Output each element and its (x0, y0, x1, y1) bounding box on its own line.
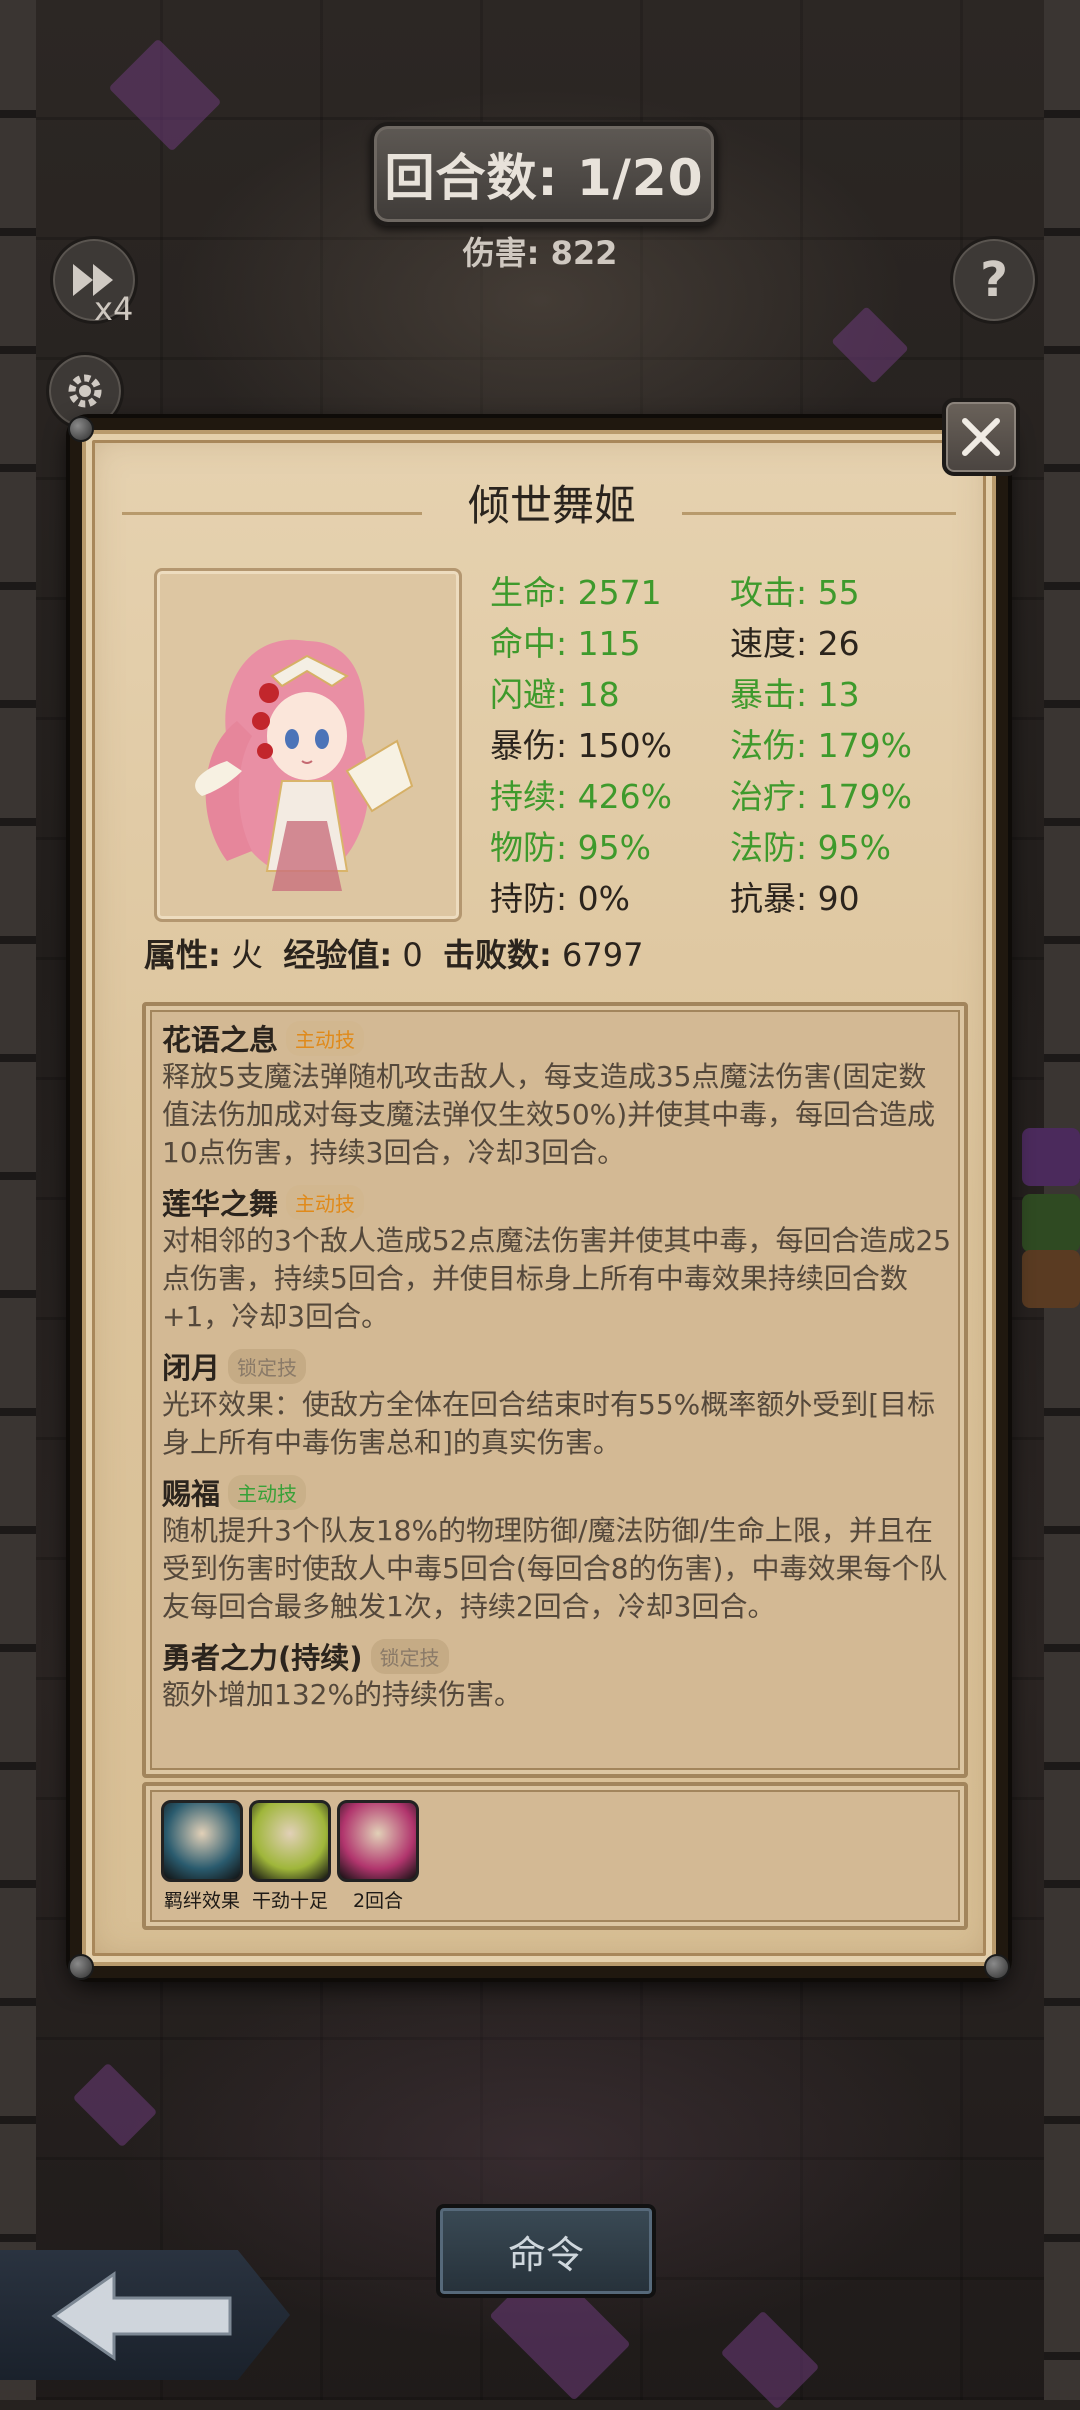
stat-value: 生命: 2571 (490, 572, 662, 612)
side-skill-icon[interactable] (1022, 1128, 1080, 1186)
skill-title: 莲华之舞 主动技 (162, 1182, 952, 1222)
parchment-panel: 倾世舞姬 生命: 2571 攻击: 55 命中: 115 速度: 26 闪避: … (82, 430, 996, 1966)
status-effect-label: 干劲十足 (251, 1890, 328, 1912)
speed-multiplier: x4 (94, 290, 134, 328)
skill-name: 赐福 (162, 1477, 221, 1511)
status-effect-label: 羁绊效果 (163, 1890, 240, 1912)
gear-icon (68, 374, 102, 408)
skill-title: 赐福 主动技 (162, 1472, 952, 1512)
corner-rivet (68, 1954, 94, 1980)
status-effect-label: 2回合 (352, 1890, 404, 1912)
stat-row: 闪避: 18 暴击: 13 (490, 666, 970, 717)
motivated-face-icon (249, 1800, 331, 1882)
status-effect[interactable]: 干劲十足 (248, 1800, 332, 1913)
skill-type-badge: 主动技 (286, 1184, 365, 1220)
damage-total: 伤害: 822 (462, 234, 618, 272)
exp-label: 经验值: (283, 936, 393, 974)
status-effect[interactable]: 羁绊效果 (160, 1800, 244, 1913)
skill-title: 闭月 锁定技 (162, 1346, 952, 1386)
skill-title: 勇者之力(持续) 锁定技 (162, 1636, 952, 1676)
element-value: 火 (230, 936, 263, 974)
skill-description: 对相邻的3个敌人造成52点魔法伤害并使其中毒，每回合造成25点伤害，持续5回合，… (162, 1224, 952, 1333)
skill-name: 花语之息 (162, 1023, 279, 1057)
title-divider (122, 512, 422, 515)
stat-value: 速度: 26 (730, 623, 860, 663)
stat-value: 闪避: 18 (490, 674, 620, 714)
stat-row: 命中: 115 速度: 26 (490, 615, 970, 666)
hero-portrait (154, 568, 462, 922)
skill-description: 释放5支魔法弹随机攻击敌人，每支造成35点魔法伤害(固定数值法伤加成对每支魔法弹… (162, 1060, 936, 1169)
hero-stats: 生命: 2571 攻击: 55 命中: 115 速度: 26 闪避: 18 暴击: 13 暴… (490, 564, 970, 921)
skill-type-badge: 锁定技 (370, 1638, 449, 1674)
hero-name: 倾世舞姬 (467, 480, 636, 530)
stat-value: 持防: 0% (490, 878, 630, 918)
bond-crystal-icon (161, 1800, 243, 1882)
side-skill-icon[interactable] (1022, 1194, 1080, 1252)
round-counter: 回合数: 1/20 (370, 122, 718, 226)
skill-type-badge: 主动技 (228, 1474, 307, 1510)
back-arrow-icon (51, 2271, 232, 2361)
stat-row: 持防: 0% 抗暴: 90 (490, 870, 970, 921)
side-skill-icon[interactable] (1022, 1250, 1080, 1308)
potion-icon (337, 1800, 419, 1882)
stat-row: 持续: 426% 治疗: 179% (490, 768, 970, 819)
skill-type-badge: 锁定技 (228, 1348, 307, 1384)
kills-label: 击败数: (443, 936, 552, 974)
skill-title: 花语之息 主动技 (162, 1018, 952, 1058)
stat-value: 治疗: 179% (730, 776, 912, 816)
stat-value: 暴击: 13 (730, 674, 860, 714)
stat-value: 法伤: 179% (730, 725, 912, 765)
skill-list: 花语之息 主动技 释放5支魔法弹随机攻击敌人，每支造成35点魔法伤害(固定数值法伤加… (162, 1018, 952, 1724)
stat-value: 法防: 95% (730, 827, 891, 867)
stat-value: 暴伤: 150% (490, 725, 672, 765)
skill-description: 光环效果：使敌方全体在回合结束时有55%概率额外受到[目标身上所有中毒伤害总和]… (162, 1388, 936, 1459)
skill-name: 莲华之舞 (162, 1187, 279, 1221)
skill-description: 额外增加132%的持续伤害。 (162, 1678, 523, 1711)
stat-value: 命中: 115 (490, 623, 641, 663)
hero-attributes: 属性: 火 经验值: 0 击败数: 6797 (144, 930, 643, 976)
element-label: 属性: (144, 936, 221, 974)
stat-value: 抗暴: 90 (730, 878, 860, 918)
skill-description: 随机提升3个队友18%的物理防御/魔法防御/生命上限，并且在受到伤害时使敌人中毒… (162, 1514, 948, 1623)
stat-row: 生命: 2571 攻击: 55 (490, 564, 970, 615)
close-swords-icon (962, 418, 1000, 456)
dancer-character-image (195, 639, 414, 891)
title-divider (682, 512, 956, 515)
skill-type-badge: 主动技 (286, 1020, 365, 1056)
stat-value: 物防: 95% (490, 827, 651, 867)
status-effect[interactable]: 2回合 (336, 1800, 420, 1913)
stat-row: 暴伤: 150% 法伤: 179% (490, 717, 970, 768)
exp-value: 0 (402, 936, 423, 974)
question-mark-icon: ? (980, 252, 1008, 308)
skills-panel[interactable]: 花语之息 主动技 释放5支魔法弹随机攻击敌人，每支造成35点魔法伤害(固定数值法伤加… (142, 1002, 968, 1778)
stat-value: 攻击: 55 (730, 572, 860, 612)
kills-value: 6797 (562, 936, 644, 974)
stat-row: 物防: 95% 法防: 95% (490, 819, 970, 870)
command-button[interactable]: 命令 (436, 2204, 656, 2298)
left-wall (0, 0, 36, 2400)
status-effects-panel: 羁绊效果 干劲十足 2回合 (142, 1782, 968, 1930)
help-button[interactable]: ? (950, 236, 1038, 324)
corner-rivet (68, 416, 94, 442)
skill-name: 勇者之力(持续) (162, 1641, 363, 1675)
close-button[interactable] (942, 398, 1020, 476)
skill-name: 闭月 (162, 1351, 221, 1385)
hero-detail-panel: 倾世舞姬 生命: 2571 攻击: 55 命中: 115 速度: 26 闪避: … (68, 416, 1010, 1980)
stat-value: 持续: 426% (490, 776, 672, 816)
corner-rivet (984, 1954, 1010, 1980)
